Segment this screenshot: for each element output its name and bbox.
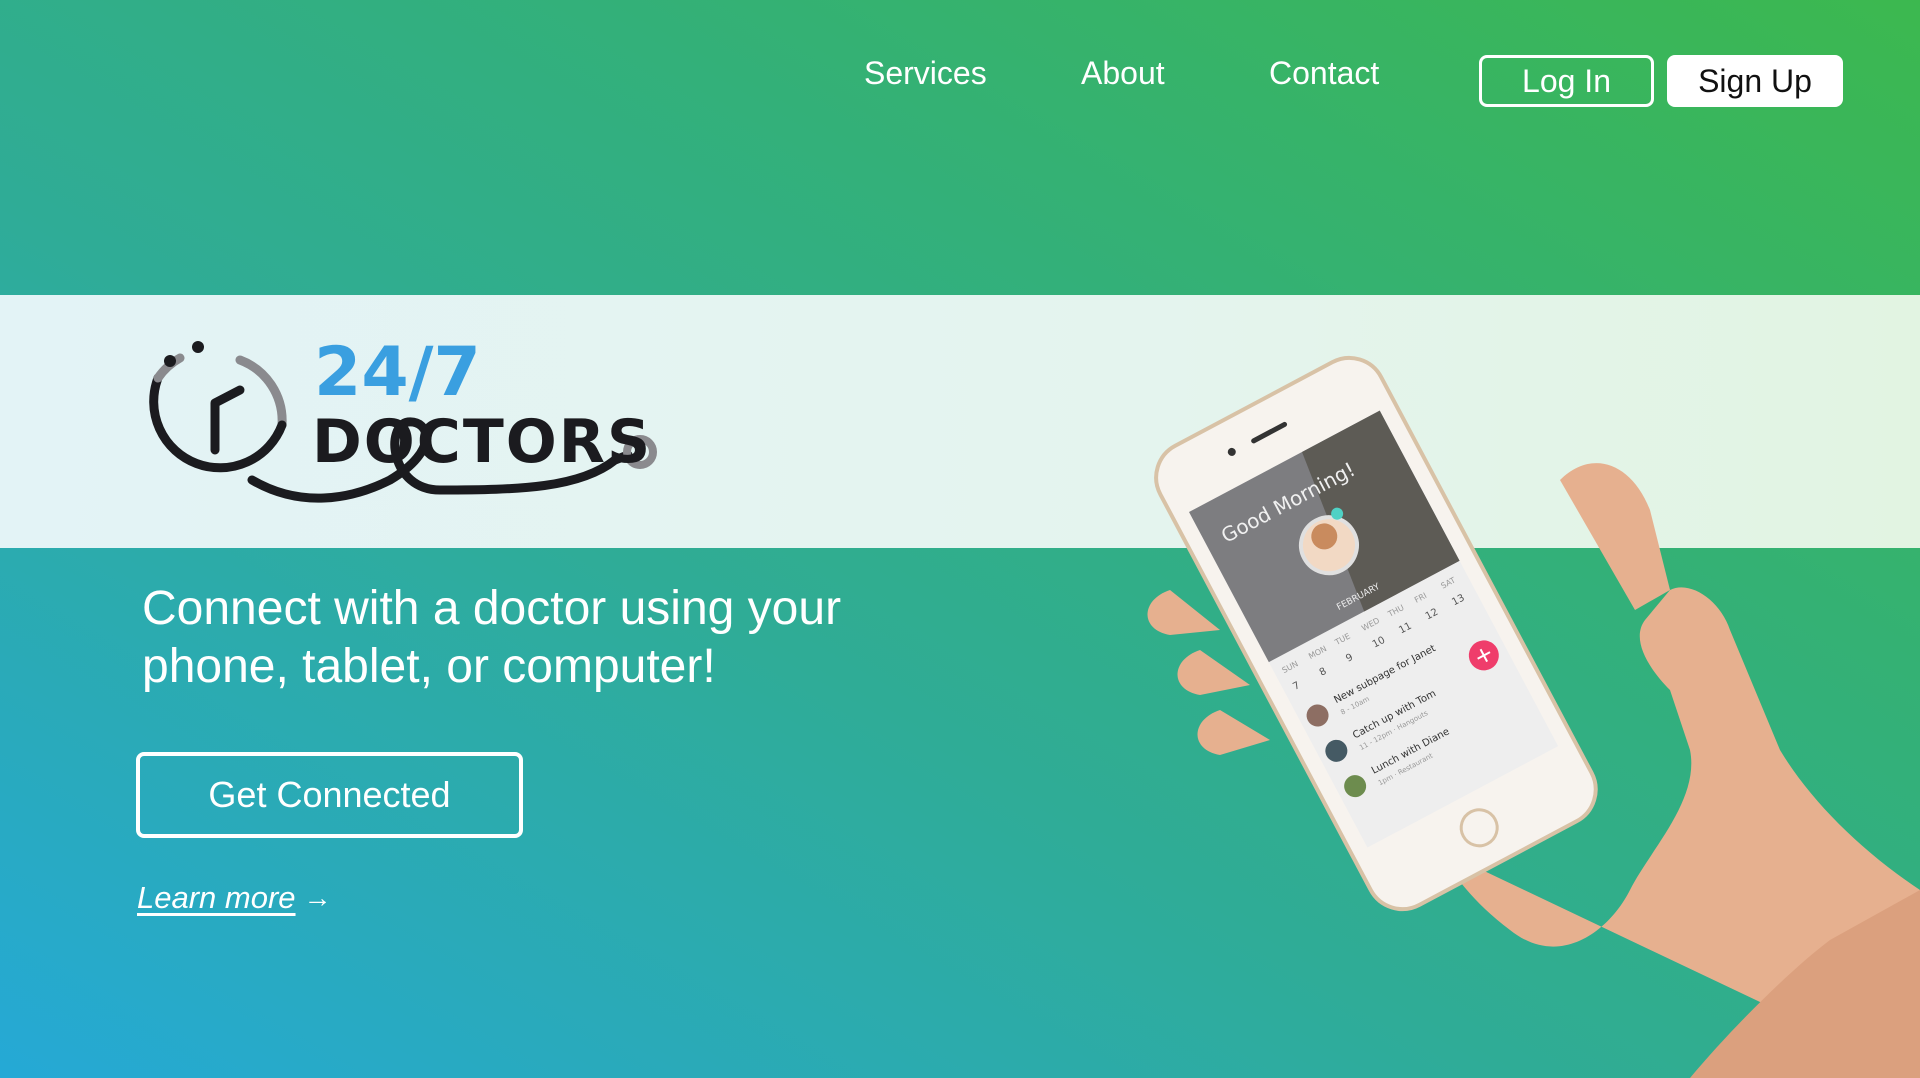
hero-line-1: Connect with a doctor using your	[142, 582, 842, 635]
hand-holding-phone-image: Good Morning! FEBRUARY SUN MON TUE WED T…	[1147, 355, 1920, 1078]
nav-link-about[interactable]: About	[1081, 55, 1165, 92]
login-button[interactable]: Log In	[1479, 55, 1654, 107]
get-connected-button[interactable]: Get Connected	[136, 752, 523, 838]
logo-text-doctors: DOCTORS	[312, 407, 652, 477]
clock-dot	[164, 355, 176, 367]
top-nav: Services About Contact Log In Sign Up	[0, 0, 1920, 160]
hero-line-2: phone, tablet, or computer!	[142, 640, 716, 693]
clock-arc-gray	[235, 355, 287, 430]
signup-button[interactable]: Sign Up	[1667, 55, 1843, 107]
learn-more-link[interactable]: Learn more →	[137, 880, 332, 916]
finger	[1177, 650, 1250, 695]
smartphone: Good Morning! FEBRUARY SUN MON TUE WED T…	[1154, 355, 1598, 912]
clock-hands	[210, 385, 245, 455]
finger	[1147, 590, 1220, 635]
brand-logo: 24/7 DOCTORS	[149, 333, 657, 503]
clock-dot	[192, 341, 204, 353]
thumb	[1560, 463, 1670, 610]
logo-text-247: 24/7	[314, 333, 481, 412]
learn-more-label: Learn more	[137, 880, 296, 915]
arrow-right-icon: →	[303, 882, 332, 913]
hero-headline: Connect with a doctor using your phone, …	[142, 580, 902, 696]
finger	[1197, 710, 1270, 755]
nav-link-services[interactable]: Services	[864, 55, 987, 92]
nav-link-contact[interactable]: Contact	[1269, 55, 1379, 92]
